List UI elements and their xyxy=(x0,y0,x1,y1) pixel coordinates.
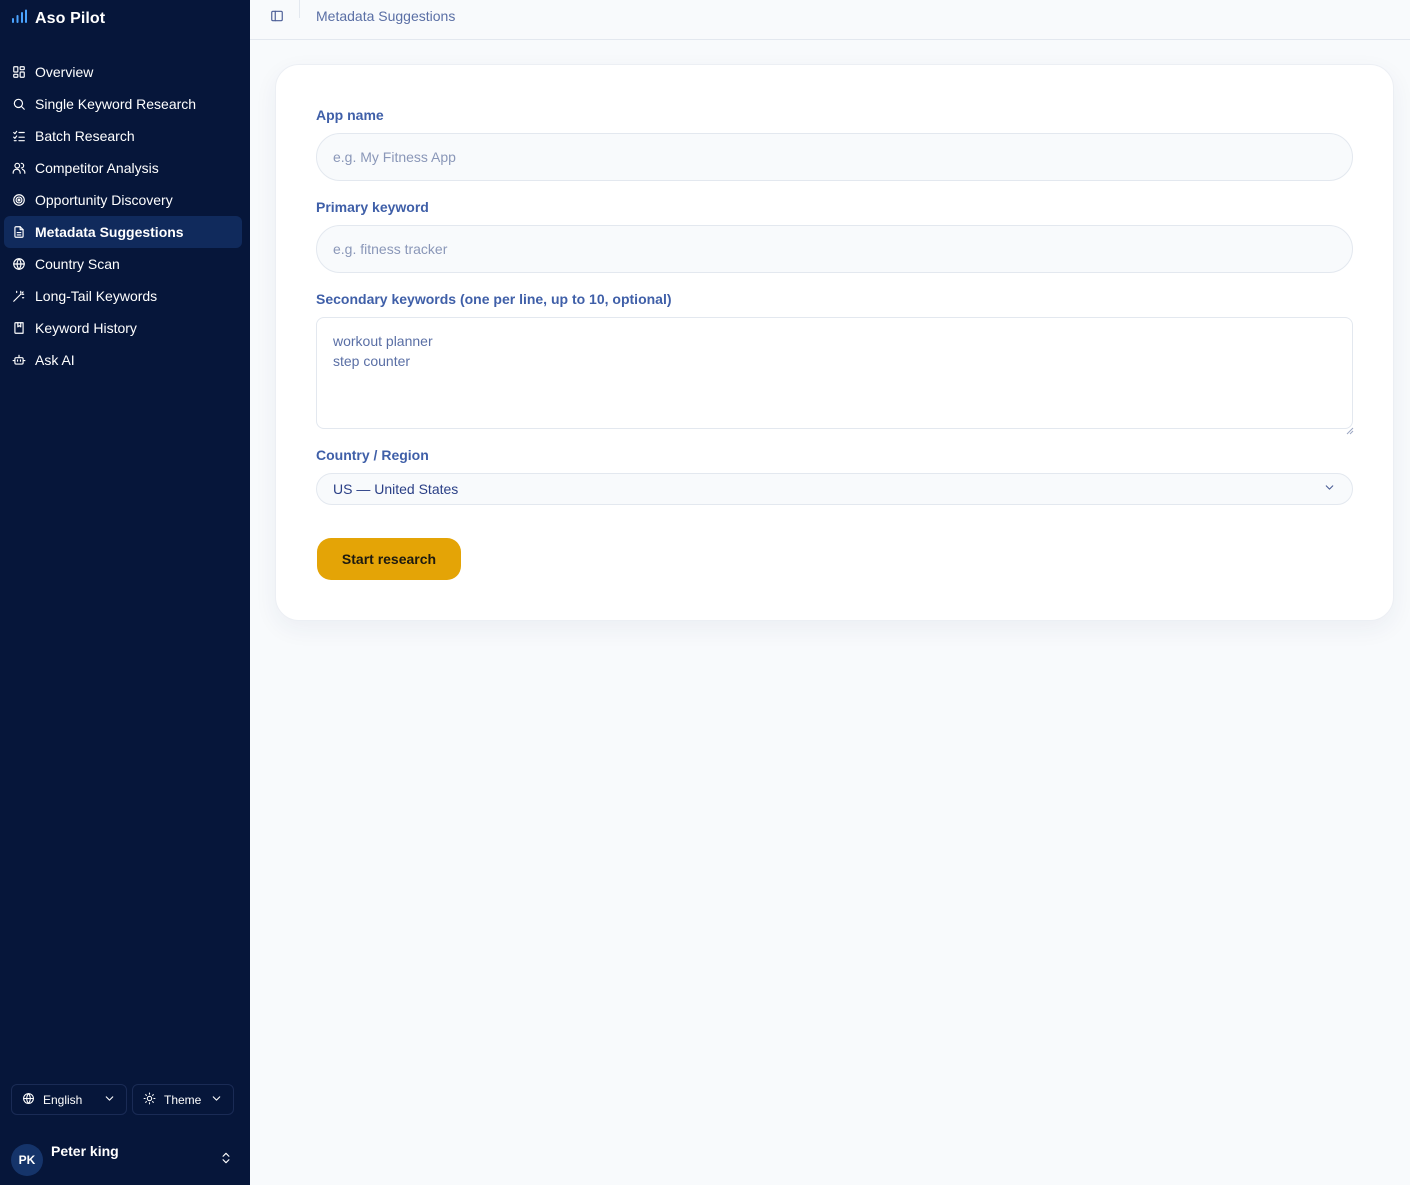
chevron-down-icon xyxy=(1323,481,1336,497)
primary-keyword-input[interactable] xyxy=(316,225,1353,273)
main-content: Metadata Suggestions App name Primary ke… xyxy=(250,0,1410,1185)
avatar: PK xyxy=(11,1144,43,1176)
app-title: Aso Pilot xyxy=(35,10,106,27)
sidebar-item-label: Opportunity Discovery xyxy=(35,192,173,208)
top-bar: Metadata Suggestions xyxy=(250,0,1410,40)
language-select[interactable]: English xyxy=(11,1084,127,1115)
sidebar: Aso Pilot Overview Single Keyword Resear… xyxy=(0,0,250,1185)
sidebar-item-label: Metadata Suggestions xyxy=(35,224,184,240)
chevron-down-icon xyxy=(103,1092,116,1108)
bar-chart-icon xyxy=(11,9,28,29)
wand-icon xyxy=(12,289,26,303)
language-label: English xyxy=(43,1092,83,1107)
divider xyxy=(299,0,300,18)
layout-dashboard-icon xyxy=(12,65,26,79)
app-root: Aso Pilot Overview Single Keyword Resear… xyxy=(0,0,1410,1185)
resize-handle-icon[interactable] xyxy=(1346,422,1354,435)
sidebar-item-overview[interactable]: Overview xyxy=(4,56,242,88)
brand[interactable]: Aso Pilot xyxy=(11,9,105,29)
sidebar-footer-controls: English Theme xyxy=(11,1084,234,1115)
sidebar-item-label: Long-Tail Keywords xyxy=(35,288,158,304)
sidebar-item-single-keyword-research[interactable]: Single Keyword Research xyxy=(4,88,242,120)
sidebar-item-label: Single Keyword Research xyxy=(35,96,197,112)
list-checks-icon xyxy=(12,129,26,143)
user-name: Peter king xyxy=(51,1143,119,1159)
sidebar-item-label: Batch Research xyxy=(35,128,135,144)
breadcrumb: Metadata Suggestions xyxy=(316,8,456,24)
sidebar-item-label: Ask AI xyxy=(35,352,75,368)
sidebar-item-long-tail-keywords[interactable]: Long-Tail Keywords xyxy=(4,280,242,312)
bot-icon xyxy=(12,353,26,367)
country-value: US — United States xyxy=(333,481,459,497)
users-icon xyxy=(12,161,26,175)
sidebar-item-label: Overview xyxy=(35,64,94,80)
user-menu[interactable]: PK Peter king xyxy=(11,1138,239,1176)
sidebar-item-keyword-history[interactable]: Keyword History xyxy=(4,312,242,344)
start-research-button[interactable]: Start research xyxy=(317,538,461,580)
sidebar-item-label: Keyword History xyxy=(35,320,137,336)
book-bookmark-icon xyxy=(12,321,26,335)
country-select[interactable]: US — United States xyxy=(316,473,1353,505)
metadata-form-card: App name Primary keyword Secondary keywo… xyxy=(275,64,1394,621)
app-name-input[interactable] xyxy=(316,133,1353,181)
sidebar-item-competitor-analysis[interactable]: Competitor Analysis xyxy=(4,152,242,184)
sidebar-nav: Overview Single Keyword Research Batch R… xyxy=(4,56,242,376)
search-icon xyxy=(12,97,26,111)
secondary-keywords-label: Secondary keywords (one per line, up to … xyxy=(316,291,672,307)
sidebar-item-ask-ai[interactable]: Ask AI xyxy=(4,344,242,376)
sidebar-item-batch-research[interactable]: Batch Research xyxy=(4,120,242,152)
sun-icon xyxy=(143,1092,156,1108)
theme-label: Theme xyxy=(164,1092,202,1107)
sidebar-item-label: Competitor Analysis xyxy=(35,160,159,176)
sidebar-item-label: Country Scan xyxy=(35,256,120,272)
primary-keyword-label: Primary keyword xyxy=(316,199,429,215)
sidebar-item-metadata-suggestions[interactable]: Metadata Suggestions xyxy=(4,216,242,248)
sidebar-item-opportunity-discovery[interactable]: Opportunity Discovery xyxy=(4,184,242,216)
target-icon xyxy=(12,193,26,207)
secondary-keywords-textarea[interactable]: workout planner step counter xyxy=(316,317,1353,429)
app-name-label: App name xyxy=(316,107,384,123)
theme-toggle[interactable]: Theme xyxy=(132,1084,234,1115)
sidebar-toggle-icon[interactable] xyxy=(270,9,284,23)
sidebar-item-country-scan[interactable]: Country Scan xyxy=(4,248,242,280)
chevron-down-icon xyxy=(210,1092,223,1108)
chevrons-up-down-icon xyxy=(219,1151,233,1170)
globe-icon xyxy=(22,1092,35,1108)
file-text-icon xyxy=(12,225,26,239)
country-label: Country / Region xyxy=(316,447,429,463)
globe-icon xyxy=(12,257,26,271)
